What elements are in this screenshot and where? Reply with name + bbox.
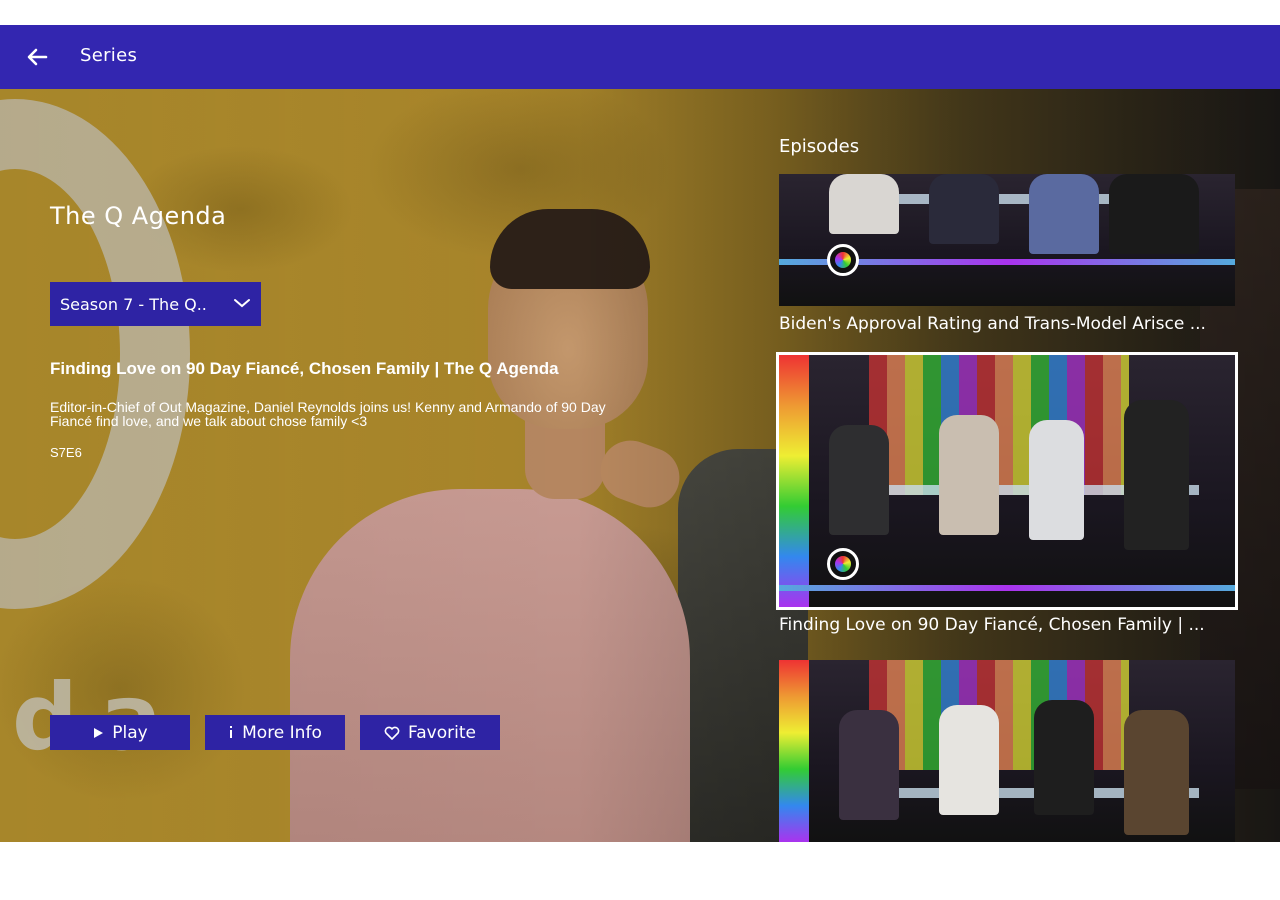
episode-card[interactable] bbox=[779, 660, 1235, 842]
thumbnail-person bbox=[939, 415, 999, 535]
episode-card[interactable]: Biden's Approval Rating and Trans-Model … bbox=[779, 174, 1235, 334]
info-icon bbox=[228, 725, 234, 740]
heart-icon bbox=[384, 726, 400, 740]
thumbnail-person bbox=[829, 425, 889, 535]
back-button[interactable] bbox=[22, 43, 52, 71]
page-title: Series bbox=[80, 45, 138, 66]
favorite-button-label: Favorite bbox=[408, 722, 476, 743]
episode-card-title: Biden's Approval Rating and Trans-Model … bbox=[779, 314, 1206, 334]
thumbnail-floor-glow bbox=[779, 585, 1235, 591]
episode-code: S7E6 bbox=[50, 445, 82, 460]
play-icon bbox=[92, 727, 104, 739]
more-info-button-label: More Info bbox=[242, 722, 322, 743]
play-button[interactable]: Play bbox=[50, 715, 190, 750]
episode-title: Finding Love on 90 Day Fiancé, Chosen Fa… bbox=[50, 359, 559, 378]
thumbnail-person bbox=[1124, 710, 1189, 835]
thumbnail-person bbox=[839, 710, 899, 820]
chevron-down-icon bbox=[234, 299, 250, 308]
thumbnail-person bbox=[939, 705, 999, 815]
more-info-button[interactable]: More Info bbox=[205, 715, 345, 750]
thumbnail-person bbox=[1034, 700, 1094, 815]
channel-logo-icon bbox=[827, 244, 859, 276]
season-dropdown[interactable]: Season 7 - The Q.. bbox=[50, 282, 261, 326]
show-title: The Q Agenda bbox=[50, 202, 227, 230]
hero-section: da The Q Agenda Season 7 - The Q.. Findi… bbox=[0, 89, 1280, 842]
episode-card-title: Finding Love on 90 Day Fiancé, Chosen Fa… bbox=[779, 615, 1205, 635]
thumbnail-person bbox=[929, 174, 999, 244]
channel-logo-icon bbox=[827, 548, 859, 580]
app-window: Series da The Q Agenda Season 7 - The Q.… bbox=[0, 25, 1280, 842]
play-button-label: Play bbox=[112, 722, 148, 743]
episodes-heading: Episodes bbox=[779, 136, 860, 157]
episode-thumbnail bbox=[779, 174, 1235, 306]
arrow-left-icon bbox=[27, 48, 48, 66]
thumbnail-shelf bbox=[869, 355, 1129, 495]
thumbnail-person bbox=[1029, 174, 1099, 254]
favorite-button[interactable]: Favorite bbox=[360, 715, 500, 750]
episode-description: Editor-in-Chief of Out Magazine, Daniel … bbox=[50, 399, 606, 429]
thumbnail-rainbow bbox=[779, 355, 809, 607]
thumbnail-person bbox=[829, 174, 899, 234]
thumbnail-person bbox=[1124, 400, 1189, 550]
episode-thumbnail bbox=[779, 660, 1235, 842]
thumbnail-person bbox=[1109, 174, 1199, 254]
season-dropdown-value: Season 7 - The Q.. bbox=[60, 294, 207, 314]
thumbnail-person bbox=[1029, 420, 1084, 540]
top-bar: Series bbox=[0, 25, 1280, 89]
episode-card-selected[interactable]: Finding Love on 90 Day Fiancé, Chosen Fa… bbox=[776, 352, 1238, 635]
episode-thumbnail bbox=[776, 352, 1238, 610]
thumbnail-rainbow bbox=[779, 660, 809, 842]
